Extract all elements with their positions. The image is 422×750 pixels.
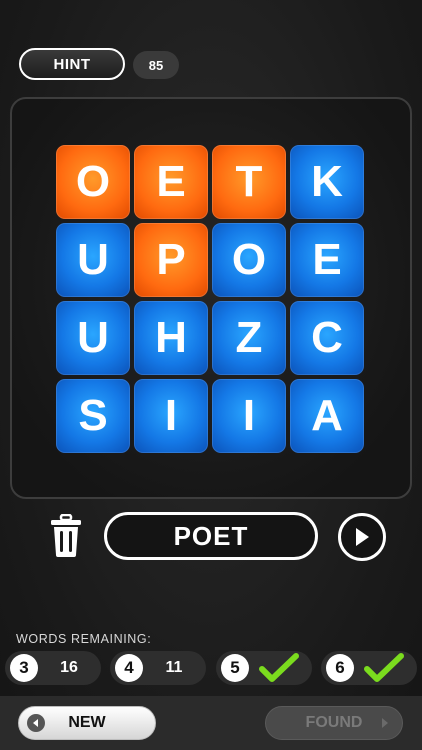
hint-count-badge: 85 — [133, 51, 179, 79]
letter-tile[interactable]: E — [134, 145, 208, 219]
game-screen: HINT 85 O E T K U P O E U H Z C S I I A … — [0, 0, 422, 750]
word-length-badge: 3 — [10, 654, 38, 682]
letter-tile[interactable]: C — [290, 301, 364, 375]
current-word: POET — [173, 520, 249, 551]
letter-tile[interactable]: O — [56, 145, 130, 219]
hint-label: HINT — [53, 55, 91, 73]
letter-tile[interactable]: U — [56, 223, 130, 297]
word-length-group: 6 — [321, 651, 417, 685]
trash-icon[interactable] — [50, 513, 82, 558]
letter-tile[interactable]: A — [290, 379, 364, 453]
letter-tile[interactable]: Z — [212, 301, 286, 375]
word-length-badge: 4 — [115, 654, 143, 682]
letter-tile[interactable]: I — [212, 379, 286, 453]
word-length-group: 3 16 — [5, 651, 101, 685]
words-left-count: 16 — [60, 659, 78, 676]
word-length-badge: 6 — [326, 654, 354, 682]
word-length-group: 4 11 — [110, 651, 206, 685]
letter-tile[interactable]: H — [134, 301, 208, 375]
back-arrow-icon — [27, 714, 45, 732]
letter-grid: O E T K U P O E U H Z C S I I A — [56, 145, 364, 453]
letter-tile[interactable]: I — [134, 379, 208, 453]
letter-tile[interactable]: P — [134, 223, 208, 297]
forward-arrow-icon — [382, 718, 388, 728]
letter-tile[interactable]: S — [56, 379, 130, 453]
checkmark-icon — [259, 653, 299, 682]
word-length-group: 5 — [216, 651, 312, 685]
submit-word-button[interactable] — [338, 513, 386, 561]
new-label: NEW — [68, 714, 106, 731]
words-remaining-label: WORDS REMAINING: — [16, 632, 152, 646]
words-left-count: 11 — [165, 659, 183, 676]
letter-tile[interactable]: E — [290, 223, 364, 297]
hint-count-value: 85 — [148, 57, 164, 73]
letter-tile[interactable]: K — [290, 145, 364, 219]
letter-tile[interactable]: O — [212, 223, 286, 297]
hint-button[interactable]: HINT — [19, 48, 125, 80]
checkmark-icon — [364, 653, 404, 682]
letter-tile[interactable]: U — [56, 301, 130, 375]
new-game-button[interactable]: NEW — [18, 706, 156, 740]
found-words-button[interactable]: FOUND — [265, 706, 403, 740]
word-length-badge: 5 — [221, 654, 249, 682]
current-word-field: POET — [104, 512, 318, 560]
found-label: FOUND — [305, 714, 363, 731]
play-icon — [356, 528, 369, 546]
letter-tile[interactable]: T — [212, 145, 286, 219]
